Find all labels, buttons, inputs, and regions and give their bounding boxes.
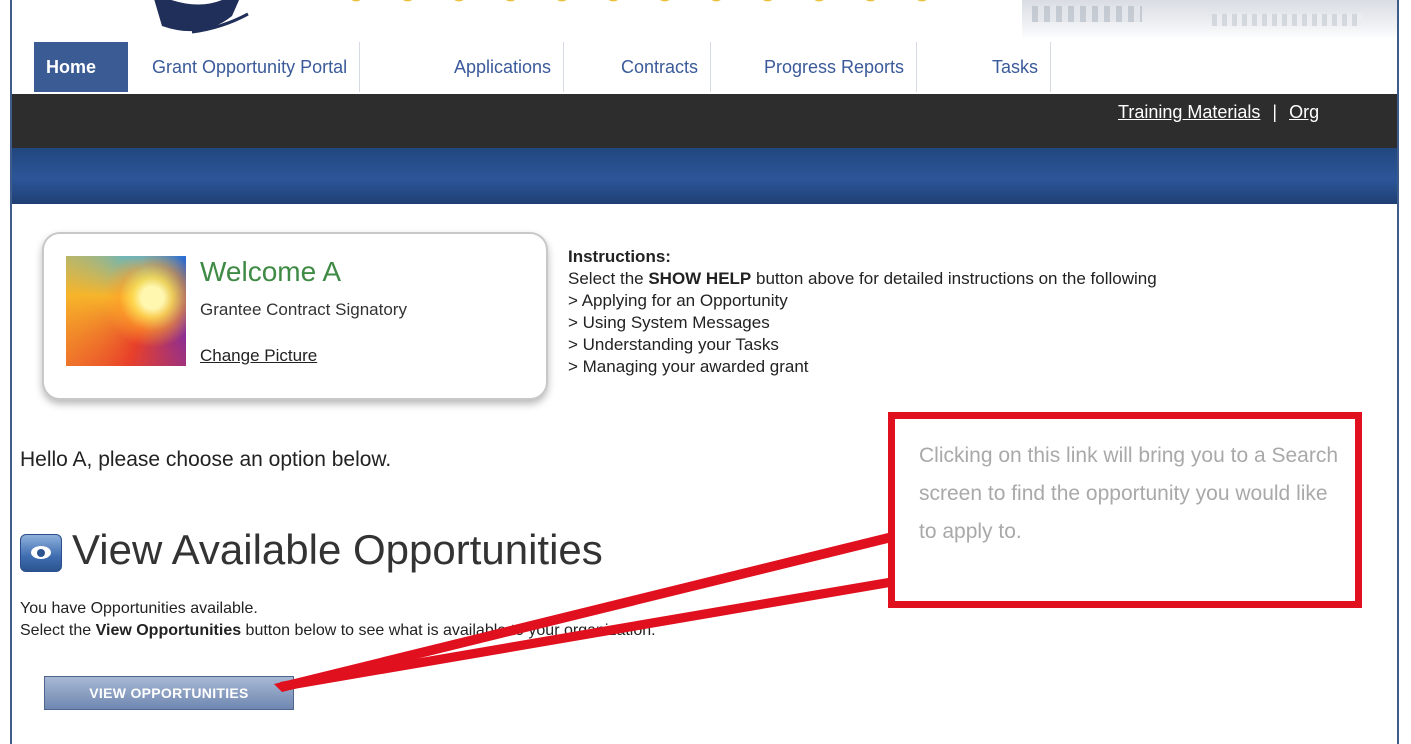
callout-text: Clicking on this link will bring you to … <box>919 444 1339 543</box>
annotation-callout: Clicking on this link will bring you to … <box>888 412 1362 608</box>
callout-arrow-line-lower <box>280 578 896 690</box>
callout-arrow <box>274 533 896 692</box>
